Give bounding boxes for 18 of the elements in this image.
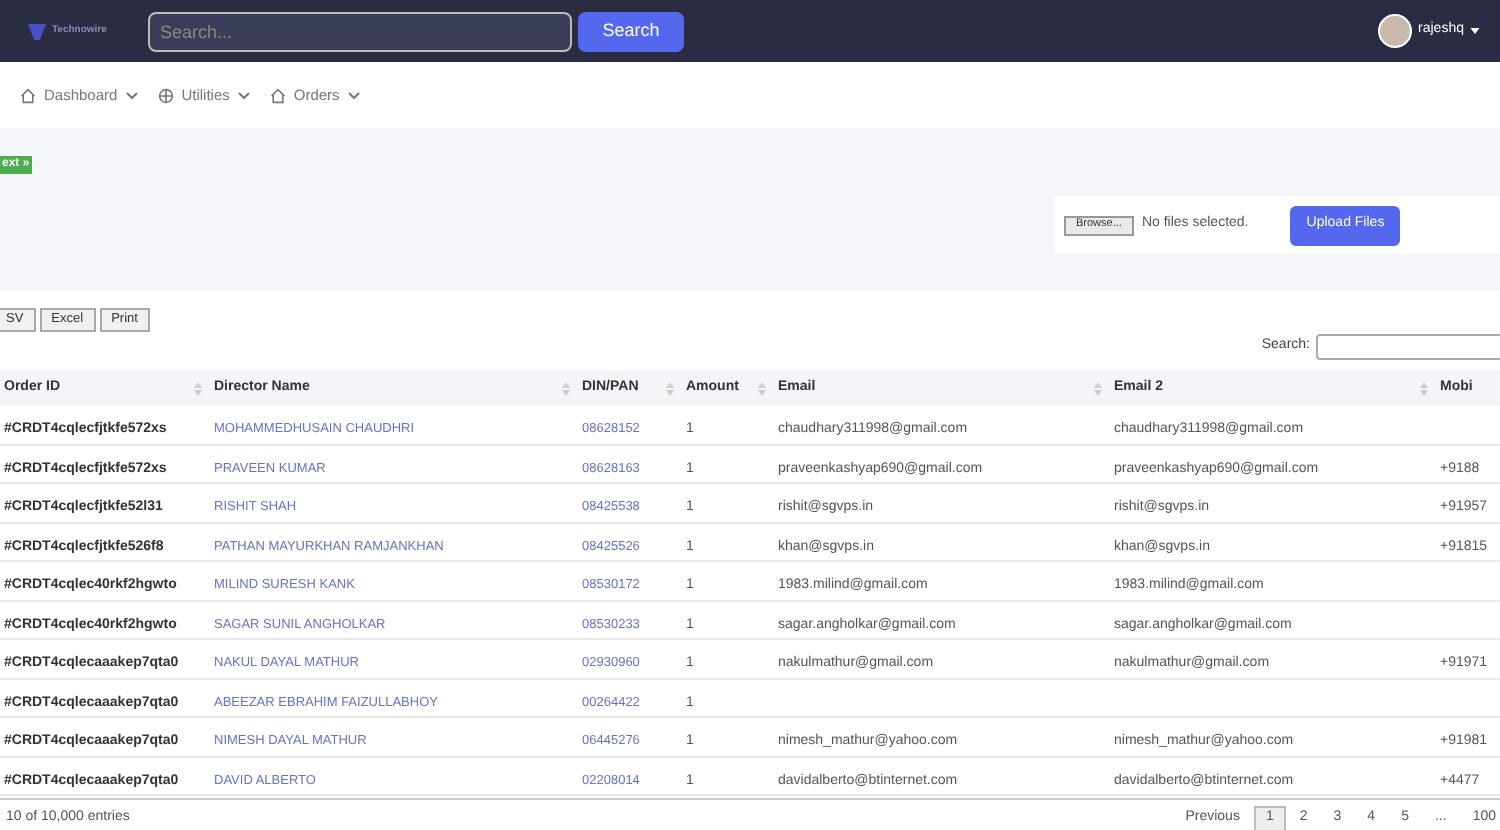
- sort-icon[interactable]: [1420, 381, 1428, 395]
- table-search-field[interactable]: [1316, 334, 1500, 360]
- home-icon: [20, 87, 36, 103]
- search-field[interactable]: Search...: [148, 11, 572, 51]
- caret-icon: [1470, 28, 1480, 34]
- logo-icon: [28, 23, 46, 39]
- home-icon: [269, 87, 286, 103]
- chevron-down-icon: [347, 91, 360, 99]
- sort-icon[interactable]: [758, 381, 766, 395]
- chevron-down-icon: [125, 91, 138, 99]
- sort-icon[interactable]: [562, 381, 570, 395]
- chevron-down-icon: [237, 91, 250, 99]
- globe-icon: [157, 87, 174, 103]
- sort-icon[interactable]: [194, 381, 202, 395]
- sort-icon[interactable]: [666, 381, 674, 395]
- search-button[interactable]: Search: [578, 11, 684, 51]
- sort-icon[interactable]: [1094, 381, 1102, 395]
- avatar[interactable]: [1378, 14, 1413, 48]
